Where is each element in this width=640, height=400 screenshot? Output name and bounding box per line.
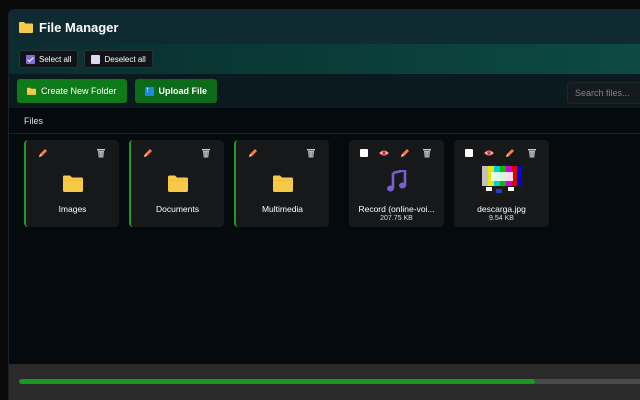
- trash-icon[interactable]: [527, 148, 537, 158]
- eye-icon[interactable]: [379, 148, 389, 158]
- file-name: descarga.jpg: [477, 204, 526, 214]
- folder-icon: [272, 175, 293, 192]
- folder-icon: [27, 87, 36, 95]
- action-bar: Create New Folder Upload File: [9, 74, 640, 108]
- card-toolbar: [454, 148, 549, 160]
- eye-icon[interactable]: [484, 148, 494, 158]
- edit-icon[interactable]: [505, 148, 515, 158]
- file-card-descarga[interactable]: descarga.jpg 9.54 KB: [454, 140, 549, 227]
- card-toolbar: [26, 148, 119, 160]
- file-name: Images: [58, 204, 87, 214]
- file-manager-window: File Manager Select all Deselect all Cre…: [8, 9, 640, 400]
- image-thumbnail: [481, 166, 522, 196]
- folder-icon: [19, 22, 33, 33]
- file-card-images[interactable]: Images: [24, 140, 119, 227]
- trash-icon[interactable]: [422, 148, 432, 158]
- checkbox-empty-icon: [91, 54, 101, 64]
- edit-icon[interactable]: [248, 148, 258, 158]
- create-folder-label: Create New Folder: [41, 86, 117, 96]
- title-bar: File Manager: [9, 10, 640, 44]
- music-note-icon: [386, 170, 406, 192]
- card-toolbar: [131, 148, 224, 160]
- select-checkbox[interactable]: [359, 148, 369, 158]
- file-size: 9.54 KB: [489, 215, 514, 222]
- trash-icon[interactable]: [96, 148, 106, 158]
- card-toolbar: [349, 148, 444, 160]
- edit-icon[interactable]: [38, 148, 48, 158]
- file-card-record[interactable]: Record (online-voi... 207.75 KB: [349, 140, 444, 227]
- upload-file-button[interactable]: Upload File: [134, 79, 218, 103]
- selection-bar: Select all Deselect all: [9, 44, 640, 74]
- select-all-button[interactable]: Select all: [19, 50, 79, 68]
- upload-file-label: Upload File: [158, 86, 208, 96]
- deselect-all-label: Deselect all: [104, 54, 146, 64]
- trash-icon[interactable]: [306, 148, 316, 158]
- checkbox-checked-icon: [26, 54, 35, 64]
- file-name: Record (online-voi...: [358, 204, 435, 214]
- file-card-documents[interactable]: Documents: [129, 140, 224, 227]
- file-name: Documents: [156, 204, 199, 214]
- file-size: 207.75 KB: [380, 215, 413, 222]
- select-checkbox[interactable]: [464, 148, 474, 158]
- folder-icon: [62, 175, 83, 192]
- edit-icon[interactable]: [400, 148, 410, 158]
- search-input[interactable]: [567, 82, 640, 104]
- edit-icon[interactable]: [143, 148, 153, 158]
- create-folder-button[interactable]: Create New Folder: [17, 79, 127, 103]
- app-title: File Manager: [39, 19, 119, 35]
- section-title: Files: [24, 115, 44, 126]
- files-section-header: Files: [9, 108, 640, 134]
- file-name: Multimedia: [261, 204, 304, 214]
- card-toolbar: [236, 148, 329, 160]
- file-card-multimedia[interactable]: Multimedia: [234, 140, 329, 227]
- progress-bar: [19, 379, 640, 384]
- trash-icon[interactable]: [201, 148, 211, 158]
- upload-icon: [144, 85, 154, 96]
- progress-fill: [19, 379, 536, 384]
- select-all-label: Select all: [39, 54, 72, 64]
- folder-icon: [167, 175, 188, 192]
- deselect-all-button[interactable]: Deselect all: [84, 50, 153, 68]
- footer-bar: [9, 364, 640, 400]
